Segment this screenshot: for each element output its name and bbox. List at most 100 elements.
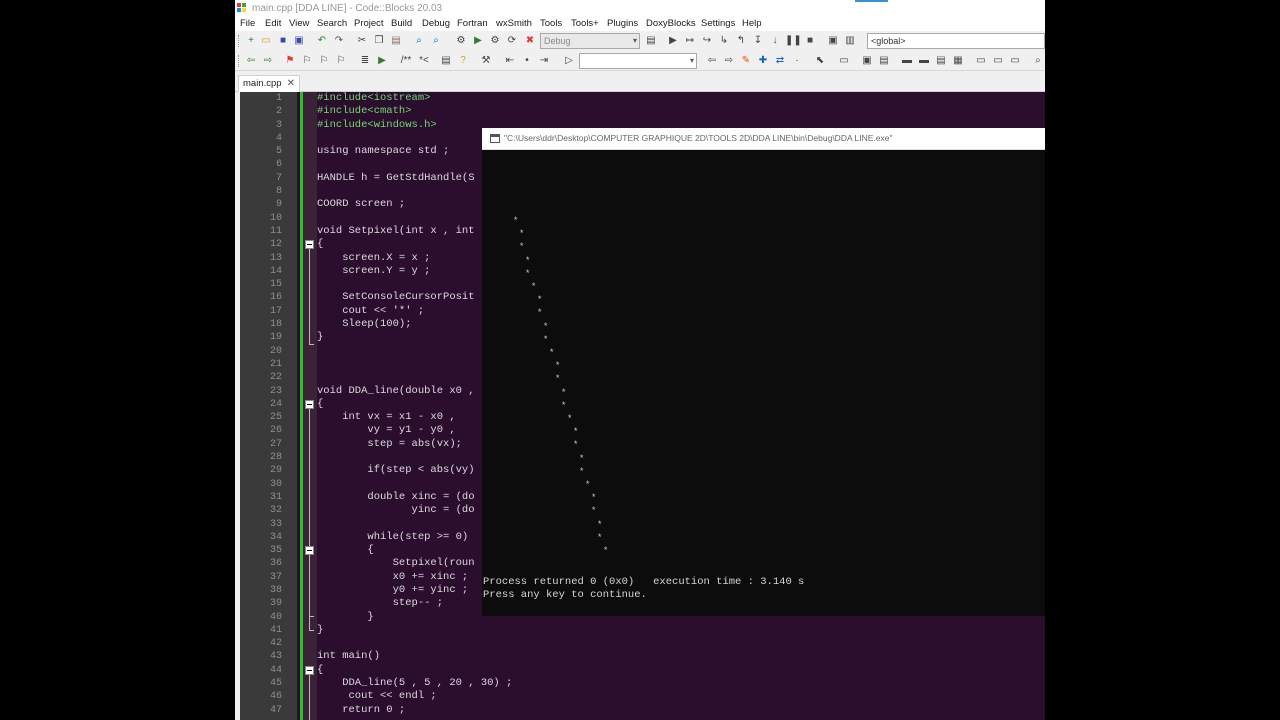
comment-icon[interactable]: /**	[399, 54, 413, 68]
next-bookmark-icon[interactable]: ⚐	[317, 54, 331, 68]
menu-project[interactable]: Project	[354, 18, 384, 29]
prev-function-icon[interactable]: ⇤	[503, 54, 517, 68]
link-icon[interactable]: ⇄	[773, 54, 787, 68]
close-icon[interactable]: ✕	[287, 76, 295, 91]
shape-decision-icon[interactable]: ▤	[877, 54, 891, 68]
debug-windows-icon[interactable]: ▣	[826, 34, 840, 48]
tab-main-cpp[interactable]: main.cpp ✕	[238, 75, 300, 92]
next-instruction-icon[interactable]: ↧	[751, 34, 765, 48]
toolbar-grip[interactable]	[238, 55, 240, 67]
shape-while-icon[interactable]: ▬	[917, 54, 931, 68]
build-gear-icon[interactable]: ⚙	[454, 34, 468, 48]
shape-switch-icon[interactable]: ▦	[951, 54, 965, 68]
fold-toggle-while[interactable]	[305, 546, 314, 555]
code-line[interactable]: cout << endl ;	[317, 690, 1045, 703]
scope-select[interactable]: <global>	[867, 33, 1045, 49]
new-file-icon[interactable]: +	[244, 34, 258, 48]
save-icon[interactable]: ■	[276, 34, 290, 48]
step-out-icon[interactable]: ↰	[734, 34, 748, 48]
jump-forward-icon[interactable]: ⇨	[261, 54, 275, 68]
run-icon[interactable]: ▶	[471, 34, 485, 48]
shape-inst-icon[interactable]: ▭	[974, 54, 988, 68]
target-options-icon[interactable]: ▤	[644, 34, 658, 48]
shape-for-icon[interactable]: ▤	[934, 54, 948, 68]
menu-wxsmith[interactable]: wxSmith	[496, 18, 532, 29]
menu-settings[interactable]: Settings	[701, 18, 735, 29]
shape-call-icon[interactable]: ▭	[991, 54, 1005, 68]
debug-info-icon[interactable]: ▥	[843, 34, 857, 48]
clear-bookmarks-icon[interactable]: ⚐	[334, 54, 348, 68]
shape-loop-icon[interactable]: ▬	[900, 54, 914, 68]
doxy-config-icon[interactable]: ▤	[439, 54, 453, 68]
fold-toggle-main[interactable]	[305, 666, 314, 675]
menu-doxyblocks[interactable]: DoxyBlocks	[646, 18, 696, 29]
stop-debug-icon[interactable]: ■	[803, 34, 817, 48]
select-pointer-icon[interactable]: ⬉	[813, 54, 827, 68]
replace-icon[interactable]: ⌕	[429, 34, 443, 48]
find-icon[interactable]: ⌕	[412, 34, 426, 48]
wrench-icon[interactable]: ⚒	[479, 54, 493, 68]
next-function-icon[interactable]: ⇥	[537, 54, 551, 68]
cut-icon[interactable]: ✂	[355, 34, 369, 48]
code-line[interactable]	[317, 637, 1045, 650]
toolbar-grip[interactable]	[238, 35, 240, 47]
arrow-right-icon[interactable]: ⇨	[722, 54, 736, 68]
build-target-select[interactable]: Debug ▾	[540, 33, 640, 49]
jump-back-icon[interactable]: ⇦	[244, 54, 258, 68]
shape-break-icon[interactable]: ▭	[1008, 54, 1022, 68]
next-line-icon[interactable]: ↪	[700, 34, 714, 48]
menu-edit[interactable]: Edit	[265, 18, 281, 29]
build-run-icon[interactable]: ⚙	[488, 34, 502, 48]
rebuild-icon[interactable]: ⟳	[505, 34, 519, 48]
pencil-icon[interactable]: ✎	[739, 54, 753, 68]
code-line[interactable]: #include<cmath>	[317, 105, 1045, 118]
uncomment-icon[interactable]: *<	[417, 54, 431, 68]
node-icon[interactable]: ✚	[756, 54, 770, 68]
highlight-icon[interactable]: ▶	[375, 54, 389, 68]
code-line[interactable]: DDA_line(5 , 5 , 20 , 30) ;	[317, 677, 1045, 690]
paste-icon[interactable]: ▤	[389, 34, 403, 48]
menu-tools-plus[interactable]: Tools+	[571, 18, 599, 29]
prev-bookmark-icon[interactable]: ⚐	[300, 54, 314, 68]
code-line[interactable]: }	[317, 624, 1045, 637]
save-all-icon[interactable]: ▣	[292, 34, 306, 48]
menu-fortran[interactable]: Fortran	[457, 18, 488, 29]
menu-file[interactable]: File	[240, 18, 255, 29]
undo-icon[interactable]: ↶	[315, 34, 329, 48]
console-output[interactable]: * * * * * * * * * * * * * * * * * * * * * * * * * * Process return…	[482, 150, 1045, 616]
more-icon[interactable]: ·	[790, 54, 804, 68]
code-line[interactable]: #include<iostream>	[317, 92, 1045, 105]
menu-view[interactable]: View	[289, 18, 309, 29]
menu-build[interactable]: Build	[391, 18, 412, 29]
shape-rect-icon[interactable]: ▭	[837, 54, 851, 68]
zoom-icon[interactable]: ⌕	[1031, 54, 1045, 68]
symbol-icon[interactable]: ▷	[562, 54, 576, 68]
step-into-icon[interactable]: ↳	[717, 34, 731, 48]
copy-icon[interactable]: ❐	[372, 34, 386, 48]
menu-debug[interactable]: Debug	[422, 18, 450, 29]
arrow-left-icon[interactable]: ⇦	[705, 54, 719, 68]
toggle-bookmark-icon[interactable]: ⚑	[283, 54, 297, 68]
code-line[interactable]: return 0 ;	[317, 704, 1045, 717]
menu-search[interactable]: Search	[317, 18, 347, 29]
console-window[interactable]: "C:\Users\ddr\Desktop\COMPUTER GRAPHIQUE…	[482, 128, 1045, 616]
menu-tools[interactable]: Tools	[540, 18, 562, 29]
open-folder-icon[interactable]: ▭	[259, 34, 273, 48]
debug-run-icon[interactable]: ▶	[666, 34, 680, 48]
redo-icon[interactable]: ↷	[332, 34, 346, 48]
step-instruction-icon[interactable]: ↓	[768, 34, 782, 48]
menu-help[interactable]: Help	[742, 18, 762, 29]
menu-plugins[interactable]: Plugins	[607, 18, 638, 29]
dot-icon[interactable]: •	[520, 54, 534, 68]
code-line[interactable]: {	[317, 664, 1045, 677]
doxy-help-icon[interactable]: ?	[456, 54, 470, 68]
run-to-cursor-icon[interactable]: ↦	[683, 34, 697, 48]
abort-icon[interactable]: ✖	[523, 34, 537, 48]
fold-toggle-dda-line[interactable]	[305, 400, 314, 409]
code-line[interactable]: int main()	[317, 650, 1045, 663]
fold-toggle-setpixel[interactable]	[305, 240, 314, 249]
stack-icon[interactable]: ≣	[358, 54, 372, 68]
pause-icon[interactable]: ❚❚	[785, 34, 802, 48]
shape-block-icon[interactable]: ▣	[860, 54, 874, 68]
symbol-select[interactable]: ▾	[579, 53, 697, 69]
